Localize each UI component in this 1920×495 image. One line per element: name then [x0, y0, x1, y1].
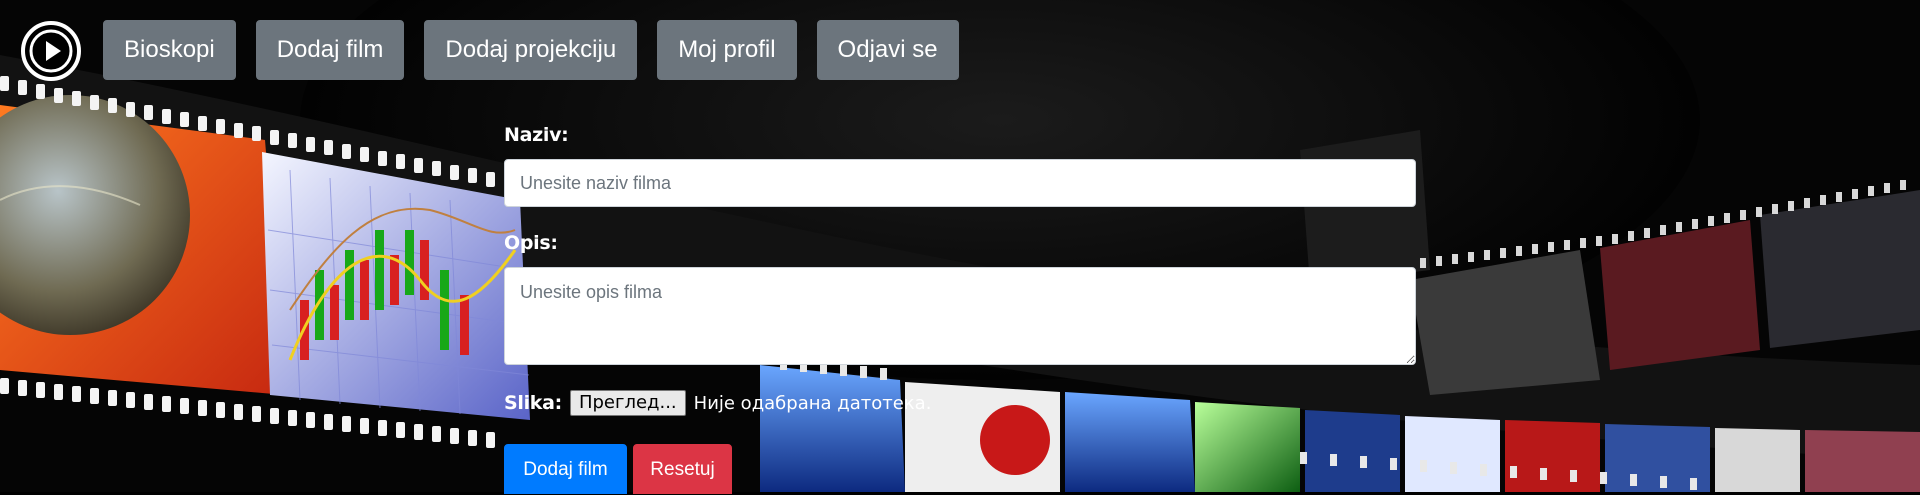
- nav-moj-profil-button[interactable]: Moj profil: [657, 20, 797, 80]
- file-status-text: Није одабрана датотека.: [693, 392, 932, 414]
- dodaj-film-submit-button[interactable]: Dodaj film: [504, 444, 627, 494]
- nav-dodaj-projekciju-button[interactable]: Dodaj projekciju: [424, 20, 638, 80]
- slika-label: Slika:: [504, 392, 562, 414]
- slika-row: Slika: Преглед... Није одабрана датотека…: [504, 390, 931, 416]
- naziv-label: Naziv:: [504, 124, 569, 146]
- nav-bioskopi-button[interactable]: Bioskopi: [103, 20, 236, 80]
- opis-label: Opis:: [504, 232, 558, 254]
- resetuj-button[interactable]: Resetuj: [633, 444, 732, 494]
- naziv-input[interactable]: [504, 159, 1416, 207]
- nav-dodaj-film-button[interactable]: Dodaj film: [255, 20, 405, 80]
- main-nav: Bioskopi Dodaj film Dodaj projekciju Moj…: [103, 20, 979, 80]
- file-browse-button[interactable]: Преглед...: [569, 390, 686, 416]
- nav-odjavi-se-button[interactable]: Odjavi se: [816, 20, 959, 80]
- opis-textarea[interactable]: [504, 267, 1416, 365]
- play-logo-icon[interactable]: [20, 20, 82, 82]
